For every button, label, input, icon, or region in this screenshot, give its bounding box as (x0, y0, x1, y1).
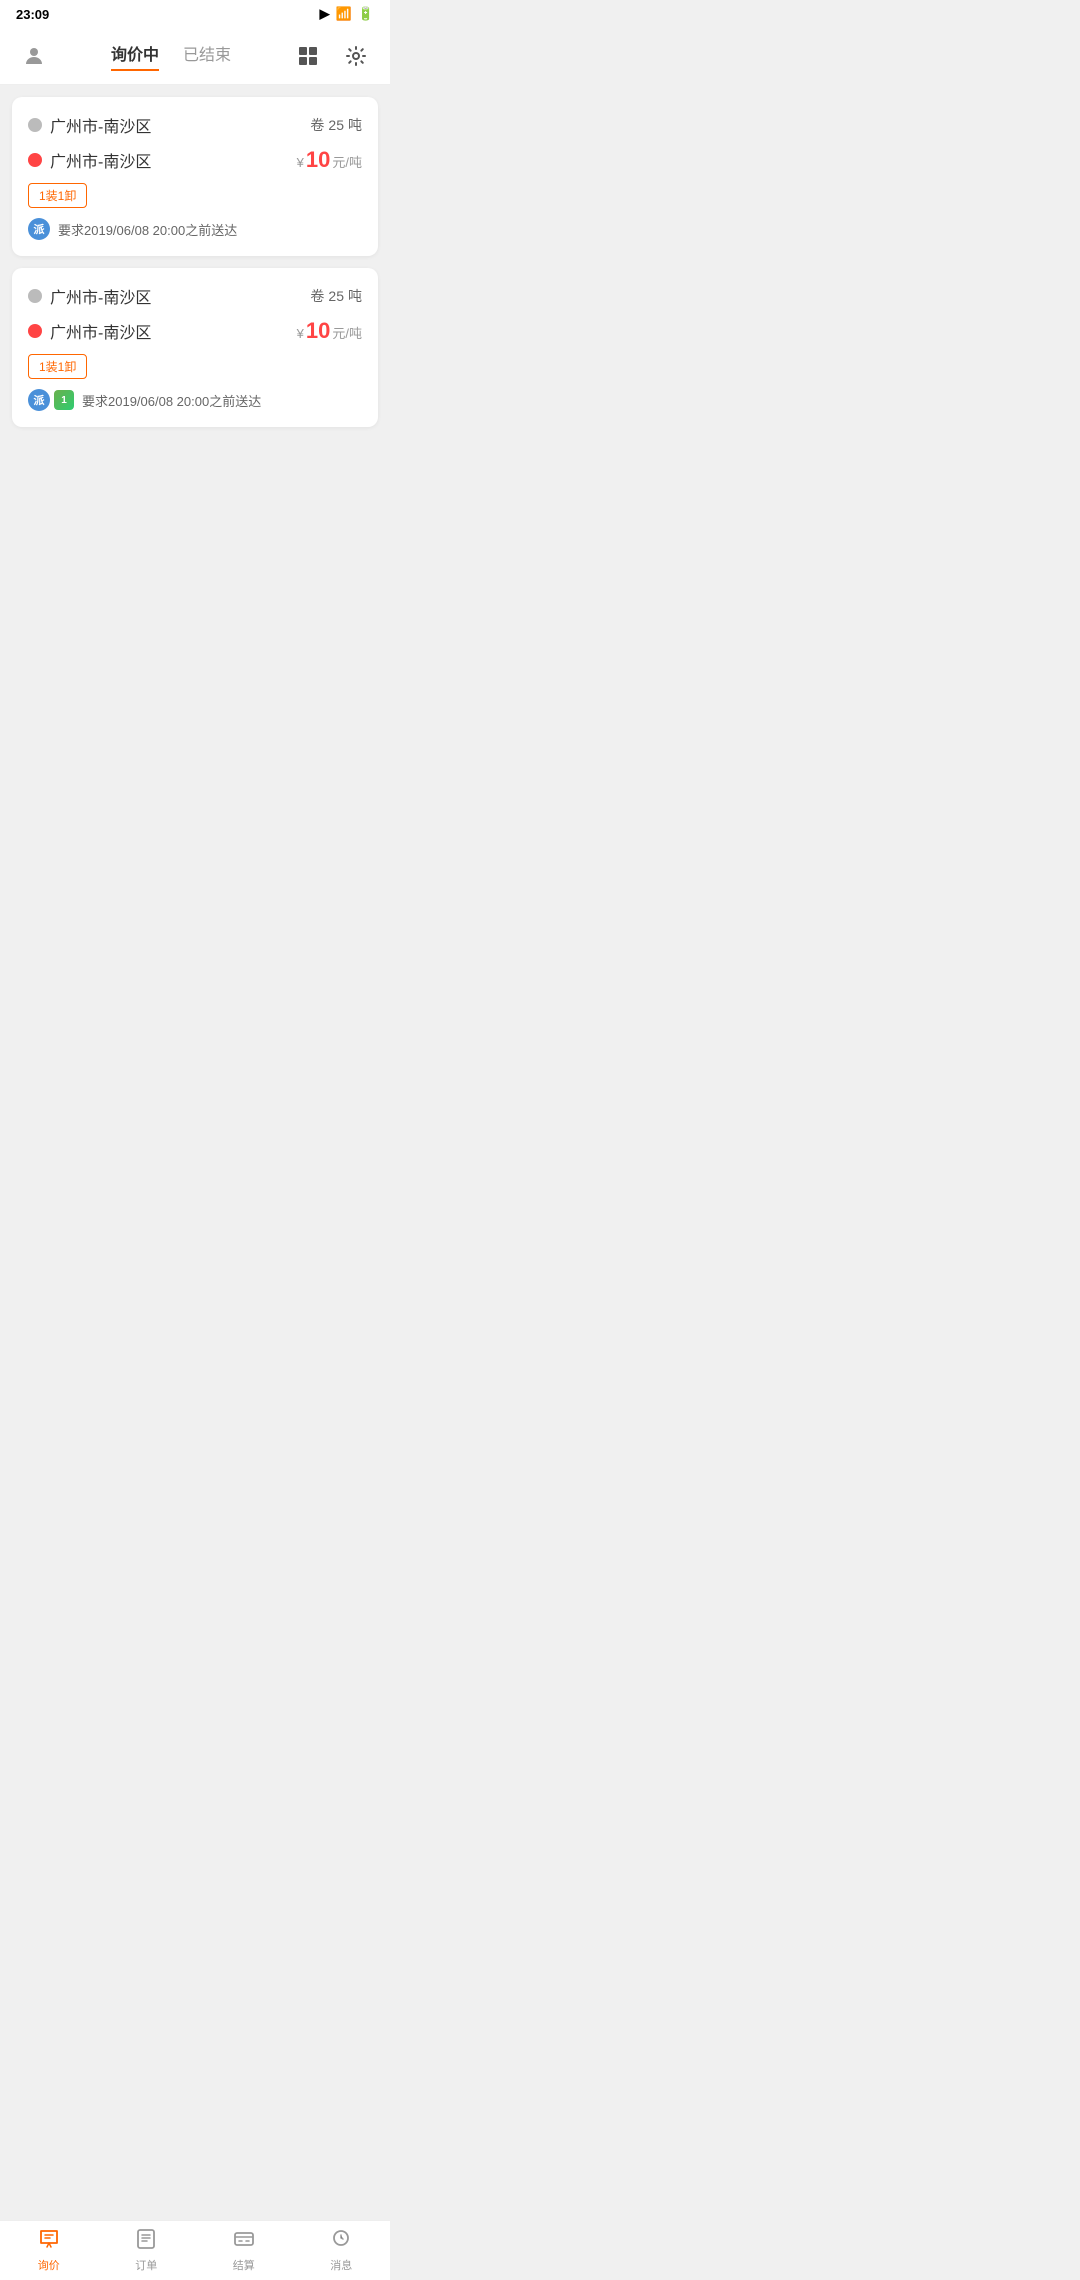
card-1-dest-label: 广州市-南沙区 (50, 148, 151, 172)
tab-active[interactable]: 询价中 (111, 41, 159, 71)
inquiry-label: 询价 (38, 2257, 60, 2273)
origin-dot-1 (28, 118, 42, 132)
origin-dot-2 (28, 289, 42, 303)
card-1-dest-row: 广州市-南沙区 ¥ 10 元/吨 (28, 147, 362, 173)
card-1-origin-row: 广州市-南沙区 卷 25 吨 (28, 113, 362, 137)
bottom-nav-inquiry[interactable]: 询价 (0, 2221, 98, 2280)
card-2-dispatch-badge: 派 (28, 389, 50, 411)
card-1-price-symbol: ¥ (297, 155, 304, 170)
battery-icon: 🔋 (358, 6, 374, 22)
card-2-price-unit: 元/吨 (332, 323, 362, 342)
settlement-icon (233, 2228, 255, 2254)
card-2-price: ¥ 10 元/吨 (297, 318, 362, 344)
card-2-num-badge: 1 (54, 390, 74, 410)
card-2-origin-label: 广州市-南沙区 (50, 284, 151, 308)
card-2-meta: 卷 25 吨 (310, 286, 362, 306)
orders-label: 订单 (135, 2257, 157, 2273)
card-1-tag: 1装1卸 (28, 183, 87, 208)
status-bar: 23:09 ▶ 📶 🔋 (0, 0, 390, 28)
card-2[interactable]: 广州市-南沙区 卷 25 吨 广州市-南沙区 ¥ 10 元/吨 1装1卸 (12, 268, 378, 427)
card-1-price-unit: 元/吨 (332, 152, 362, 171)
status-icons: ▶ 📶 🔋 (320, 6, 374, 22)
grid-button[interactable] (290, 38, 326, 74)
play-icon: ▶ (320, 6, 330, 22)
card-2-destination: 广州市-南沙区 (28, 319, 151, 343)
inquiry-icon (38, 2228, 60, 2254)
bottom-nav-orders[interactable]: 订单 (98, 2221, 196, 2280)
person-icon (22, 44, 46, 68)
card-1-tag-row: 1装1卸 (28, 183, 362, 208)
card-2-origin: 广州市-南沙区 (28, 284, 151, 308)
bottom-nav-messages[interactable]: 消息 (293, 2221, 391, 2280)
settings-button[interactable] (338, 38, 374, 74)
card-2-requirement-row: 派 1 要求2019/06/08 20:00之前送达 (28, 389, 362, 411)
card-2-requirement: 要求2019/06/08 20:00之前送达 (82, 391, 261, 410)
card-1-origin: 广州市-南沙区 (28, 113, 151, 137)
card-1-price: ¥ 10 元/吨 (297, 147, 362, 173)
nav-tabs: 询价中 已结束 (111, 41, 231, 71)
main-content: 广州市-南沙区 卷 25 吨 广州市-南沙区 ¥ 10 元/吨 1装1卸 派 (0, 85, 390, 439)
bottom-nav-settlement[interactable]: 结算 (195, 2221, 293, 2280)
card-2-weight-unit: 吨 (348, 286, 362, 306)
card-1-price-amount: 10 (306, 147, 330, 173)
card-1-meta: 卷 25 吨 (310, 115, 362, 135)
top-nav: 询价中 已结束 (0, 28, 390, 85)
dest-dot-2 (28, 324, 42, 338)
status-time: 23:09 (16, 7, 49, 22)
settlement-label: 结算 (233, 2257, 255, 2273)
bottom-nav: 询价 订单 结算 消息 (0, 2220, 390, 2280)
orders-icon (135, 2228, 157, 2254)
card-2-tag-row: 1装1卸 (28, 354, 362, 379)
card-1-volume-label: 卷 (310, 115, 324, 135)
tab-ended[interactable]: 已结束 (183, 41, 231, 71)
card-2-price-amount: 10 (306, 318, 330, 344)
card-1-destination: 广州市-南沙区 (28, 148, 151, 172)
card-2-origin-row: 广州市-南沙区 卷 25 吨 (28, 284, 362, 308)
card-1-requirement-row: 派 要求2019/06/08 20:00之前送达 (28, 218, 362, 240)
settings-icon (345, 45, 367, 67)
card-2-badges: 派 1 (28, 389, 74, 411)
nav-right-icons (290, 38, 374, 74)
card-1-weight: 25 (328, 117, 344, 133)
messages-icon (330, 2228, 352, 2254)
card-1[interactable]: 广州市-南沙区 卷 25 吨 广州市-南沙区 ¥ 10 元/吨 1装1卸 派 (12, 97, 378, 256)
card-2-volume-label: 卷 (310, 286, 324, 306)
dest-dot-1 (28, 153, 42, 167)
card-2-price-symbol: ¥ (297, 326, 304, 341)
grid-icon (297, 45, 319, 67)
profile-button[interactable] (16, 38, 52, 74)
card-2-dest-row: 广州市-南沙区 ¥ 10 元/吨 (28, 318, 362, 344)
card-2-dest-label: 广州市-南沙区 (50, 319, 151, 343)
signal-icon: 📶 (336, 6, 352, 22)
card-1-dispatch-badge: 派 (28, 218, 50, 240)
card-1-weight-unit: 吨 (348, 115, 362, 135)
card-2-tag: 1装1卸 (28, 354, 87, 379)
card-1-origin-label: 广州市-南沙区 (50, 113, 151, 137)
messages-label: 消息 (330, 2257, 352, 2273)
card-1-requirement: 要求2019/06/08 20:00之前送达 (58, 220, 237, 239)
card-2-weight: 25 (328, 288, 344, 304)
